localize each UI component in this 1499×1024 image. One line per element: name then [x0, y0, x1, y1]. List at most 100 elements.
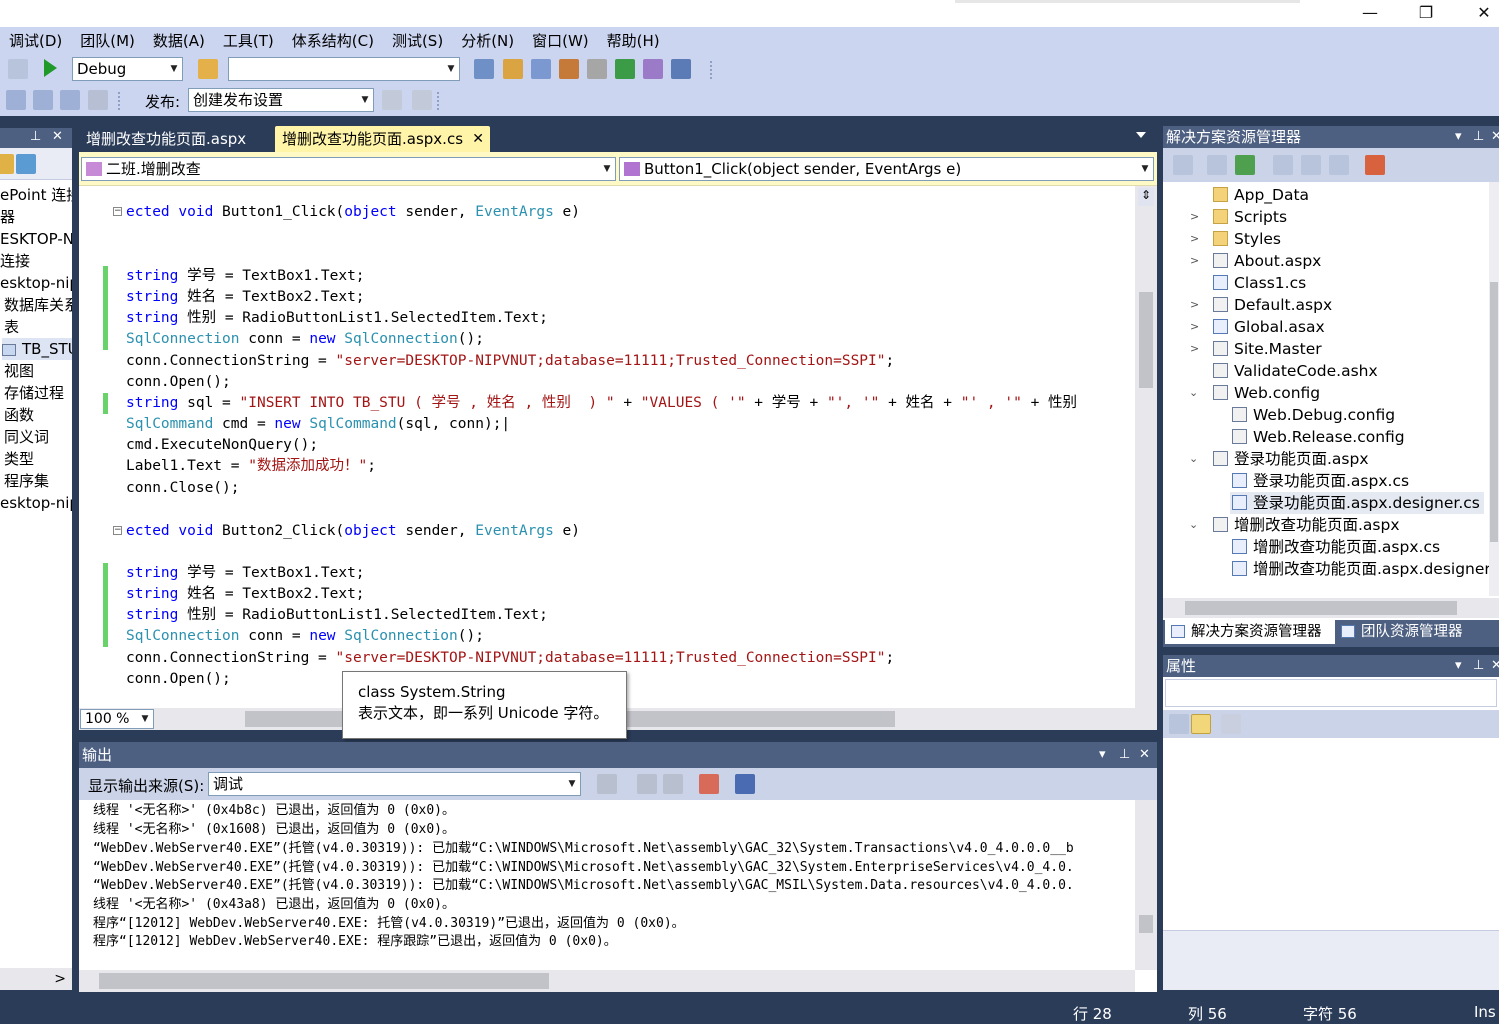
aspnet-config-icon[interactable]	[1365, 155, 1385, 175]
menu-help[interactable]: 帮助(H)	[598, 30, 669, 51]
tree-item[interactable]: ePoint 连接	[0, 184, 72, 206]
output-hscroll[interactable]	[79, 970, 1135, 992]
tree-item[interactable]: esktop-nip	[0, 272, 72, 294]
tree-item[interactable]: 表	[4, 316, 19, 338]
tree-item[interactable]: 数据库关系	[4, 294, 72, 316]
tree-item-tb-stu[interactable]: TB_STU	[2, 338, 72, 360]
tree-item[interactable]: 器	[0, 206, 15, 228]
pin-icon[interactable]: ⊥	[1473, 655, 1484, 677]
word-wrap-icon[interactable]	[735, 774, 755, 794]
zoom-select[interactable]: 100 % ▼	[80, 709, 154, 729]
close-button[interactable]: ✕	[1456, 0, 1499, 27]
member-select[interactable]: Button1_Click(object sender, EventArgs e…	[619, 157, 1154, 181]
platform-select[interactable]: ▼	[228, 57, 460, 81]
close-icon[interactable]: ✕	[1491, 655, 1499, 677]
scroll-thumb[interactable]	[1490, 282, 1498, 542]
connect-database-icon[interactable]	[16, 154, 36, 174]
tab-dropdown-icon[interactable]	[1136, 132, 1146, 138]
tab-aspx-cs[interactable]: 增删改查功能页面.aspx.cs ✕	[275, 126, 490, 152]
go-to-line-icon[interactable]	[597, 774, 617, 794]
menu-tools[interactable]: 工具(T)	[214, 30, 283, 51]
output-vscroll[interactable]	[1135, 800, 1157, 970]
pin-icon[interactable]: ⊥	[1473, 126, 1484, 148]
properties-icon[interactable]	[1173, 155, 1193, 175]
alphabetical-icon[interactable]	[1191, 714, 1211, 734]
tree-item-login-page-cs[interactable]: 登录功能页面.aspx.cs	[1232, 470, 1409, 492]
next-message-icon[interactable]	[663, 774, 683, 794]
tree-item-class1[interactable]: Class1.cs	[1213, 272, 1306, 294]
tree-item-global[interactable]: Global.asax	[1213, 316, 1325, 338]
tree-item[interactable]: 类型	[4, 448, 34, 470]
collapse-icon[interactable]: −	[113, 207, 122, 216]
dropdown-icon[interactable]: ▾	[1099, 742, 1106, 768]
menu-debug[interactable]: 调试(D)	[0, 30, 71, 51]
menu-analyze[interactable]: 分析(N)	[452, 30, 523, 51]
tree-item[interactable]: 存储过程	[4, 382, 64, 404]
menu-data[interactable]: 数据(A)	[144, 30, 214, 51]
refresh-icon[interactable]	[0, 154, 14, 174]
tree-item[interactable]: 连接	[0, 250, 30, 272]
tree-item-crud-page[interactable]: 增删改查功能页面.aspx	[1213, 514, 1400, 536]
start-debug-icon[interactable]	[44, 59, 57, 77]
navigate-icon[interactable]	[8, 59, 28, 79]
clear-all-icon[interactable]	[699, 774, 719, 794]
tree-item[interactable]: 同义词	[4, 426, 49, 448]
output-source-select[interactable]: 调试 ▼	[208, 772, 581, 796]
connect-icon[interactable]	[6, 90, 26, 110]
class-select[interactable]: 二班.增删改查 ▼	[81, 157, 616, 181]
expand-icon[interactable]: >	[1190, 206, 1199, 228]
publish-settings-icon[interactable]	[412, 90, 432, 110]
config-select[interactable]: Debug ▼	[72, 57, 183, 81]
tree-vscroll[interactable]	[1489, 182, 1499, 596]
expand-icon[interactable]: >	[1190, 228, 1199, 250]
extension-manager-icon[interactable]	[643, 59, 663, 79]
close-tab-icon[interactable]: ✕	[472, 126, 484, 152]
tree-item-login-page[interactable]: 登录功能页面.aspx	[1213, 448, 1369, 470]
command-window-icon[interactable]	[671, 59, 691, 79]
tree-item-validatecode[interactable]: ValidateCode.ashx	[1213, 360, 1378, 382]
menu-team[interactable]: 团队(M)	[71, 30, 144, 51]
pin-icon[interactable]: ⊥	[1119, 742, 1130, 768]
property-pages-icon[interactable]	[1221, 714, 1241, 734]
publish-web-icon[interactable]	[382, 90, 402, 110]
tree-item-scripts[interactable]: Scripts	[1213, 206, 1287, 228]
close-icon[interactable]: ✕	[1491, 126, 1499, 148]
toolbar-grip[interactable]	[710, 61, 716, 79]
toolbox-icon[interactable]	[587, 59, 607, 79]
collapse-icon[interactable]: ⌄	[1189, 448, 1198, 470]
previous-message-icon[interactable]	[637, 774, 657, 794]
tree-item-web-config[interactable]: Web.config	[1213, 382, 1320, 404]
close-icon[interactable]: ✕	[52, 129, 63, 144]
collapse-icon[interactable]: −	[113, 526, 122, 535]
pin-icon[interactable]: ⊥	[30, 129, 41, 144]
close-icon[interactable]: ✕	[1139, 742, 1150, 768]
tab-solution-explorer[interactable]: 解决方案资源管理器	[1165, 620, 1335, 644]
dropdown-icon[interactable]: ▾	[1455, 655, 1462, 677]
tree-item-about[interactable]: About.aspx	[1213, 250, 1321, 272]
code-editor[interactable]: − ected void Button1_Click(object sender…	[79, 186, 1157, 708]
view-designer-icon[interactable]	[1301, 155, 1321, 175]
dropdown-icon[interactable]: ▾	[1455, 126, 1462, 148]
toolbar-grip[interactable]	[437, 92, 443, 110]
scroll-thumb[interactable]	[99, 973, 549, 989]
menu-test[interactable]: 测试(S)	[383, 30, 452, 51]
maximize-button[interactable]: ❐	[1398, 0, 1454, 27]
tree-item-default[interactable]: Default.aspx	[1213, 294, 1332, 316]
object-browser-icon[interactable]	[559, 59, 579, 79]
attach-process-icon[interactable]	[198, 59, 218, 79]
split-icon[interactable]: ⇕	[1138, 188, 1154, 206]
scroll-thumb[interactable]	[1139, 915, 1153, 933]
find-in-files-icon[interactable]	[474, 59, 494, 79]
tab-aspx[interactable]: 增删改查功能页面.aspx	[79, 126, 253, 152]
scroll-thumb[interactable]	[1185, 601, 1457, 615]
categorized-icon[interactable]	[1169, 714, 1189, 734]
editor-vertical-scrollbar[interactable]: ⇕	[1135, 186, 1157, 708]
view-code-icon[interactable]	[1273, 155, 1293, 175]
disconnect-icon[interactable]	[88, 90, 108, 110]
expand-icon[interactable]: >	[1190, 294, 1199, 316]
tree-item[interactable]: esktop-nip	[0, 492, 72, 514]
collapse-icon[interactable]: ⌄	[1189, 514, 1198, 536]
export-icon[interactable]	[60, 90, 80, 110]
tree-item-app-data[interactable]: App_Data	[1213, 184, 1309, 206]
tree-item-crud-page-cs[interactable]: 增删改查功能页面.aspx.cs	[1232, 536, 1440, 558]
